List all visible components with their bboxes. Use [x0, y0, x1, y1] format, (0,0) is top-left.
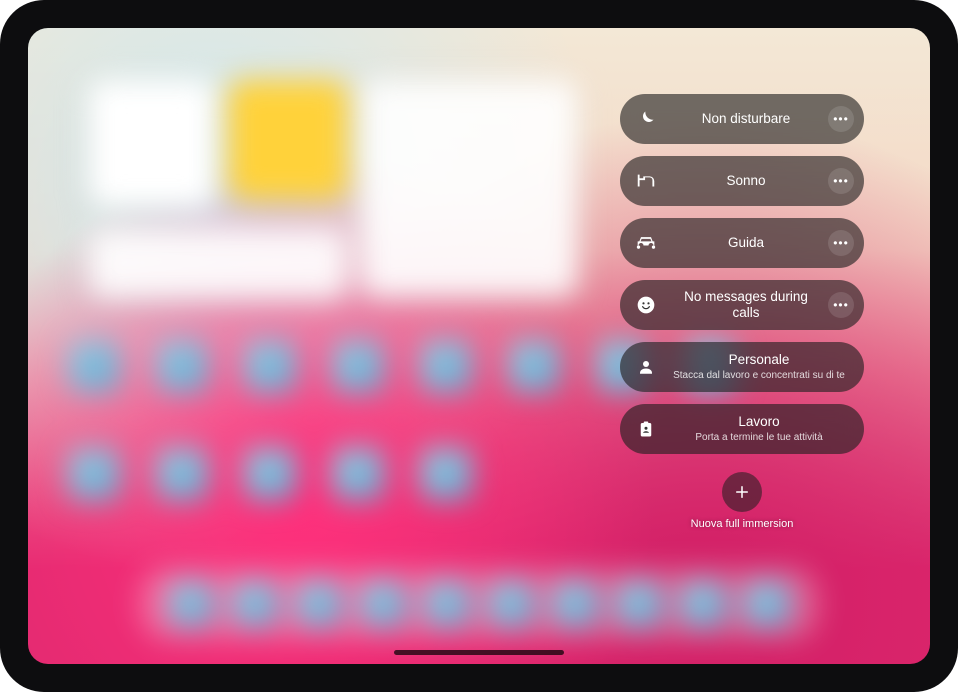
bed-icon — [634, 169, 658, 193]
app-icon — [156, 448, 208, 500]
dock-app — [488, 581, 534, 627]
new-focus: Nuova full immersion — [620, 472, 864, 530]
dock — [139, 568, 819, 640]
badge-icon — [634, 417, 658, 441]
focus-do-not-disturb[interactable]: Non disturbare ••• — [620, 94, 864, 144]
focus-title: Personale — [670, 352, 848, 368]
dock-app — [232, 581, 278, 627]
dock-app — [424, 581, 470, 627]
dock-app — [296, 581, 342, 627]
app-icon — [156, 340, 208, 392]
more-icon[interactable]: ••• — [828, 292, 854, 318]
focus-title: No messages during calls — [670, 289, 822, 321]
app-icon — [508, 340, 560, 392]
app-icon — [420, 448, 472, 500]
focus-title: Guida — [670, 235, 822, 251]
person-icon — [634, 355, 658, 379]
focus-subtitle: Porta a termine le tue attività — [670, 432, 848, 444]
dock-app — [168, 581, 214, 627]
home-indicator[interactable] — [394, 650, 564, 655]
dock-app — [360, 581, 406, 627]
focus-personal[interactable]: Personale Stacca dal lavoro e concentrat… — [620, 342, 864, 392]
focus-work[interactable]: Lavoro Porta a termine le tue attività — [620, 404, 864, 454]
smile-icon — [634, 293, 658, 317]
focus-title: Non disturbare — [670, 111, 822, 127]
app-icon — [244, 340, 296, 392]
ipad-frame: Non disturbare ••• Sonno ••• Guida — [0, 0, 958, 692]
app-icon — [68, 340, 120, 392]
focus-subtitle: Stacca dal lavoro e concentrati su di te — [670, 370, 848, 382]
app-icon — [332, 340, 384, 392]
app-icon — [68, 448, 120, 500]
focus-custom-no-messages[interactable]: No messages during calls ••• — [620, 280, 864, 330]
moon-icon — [634, 107, 658, 131]
new-focus-label: Nuova full immersion — [691, 518, 794, 530]
app-icon — [244, 448, 296, 500]
plus-icon — [733, 483, 751, 501]
dock-app — [552, 581, 598, 627]
widget-clock — [88, 80, 216, 208]
dock-app — [744, 581, 790, 627]
focus-sleep[interactable]: Sonno ••• — [620, 156, 864, 206]
focus-title: Lavoro — [670, 414, 848, 430]
focus-title: Sonno — [670, 173, 822, 189]
focus-driving[interactable]: Guida ••• — [620, 218, 864, 268]
car-icon — [634, 231, 658, 255]
dock-app — [616, 581, 662, 627]
widget-notes — [228, 80, 348, 200]
widget-large — [360, 80, 578, 298]
focus-panel: Non disturbare ••• Sonno ••• Guida — [620, 94, 864, 530]
dock-app — [680, 581, 726, 627]
app-icon — [332, 448, 384, 500]
more-icon[interactable]: ••• — [828, 168, 854, 194]
more-icon[interactable]: ••• — [828, 230, 854, 256]
app-icon — [420, 340, 472, 392]
screen: Non disturbare ••• Sonno ••• Guida — [28, 28, 930, 664]
widget-list — [88, 228, 348, 300]
new-focus-button[interactable] — [722, 472, 762, 512]
more-icon[interactable]: ••• — [828, 106, 854, 132]
